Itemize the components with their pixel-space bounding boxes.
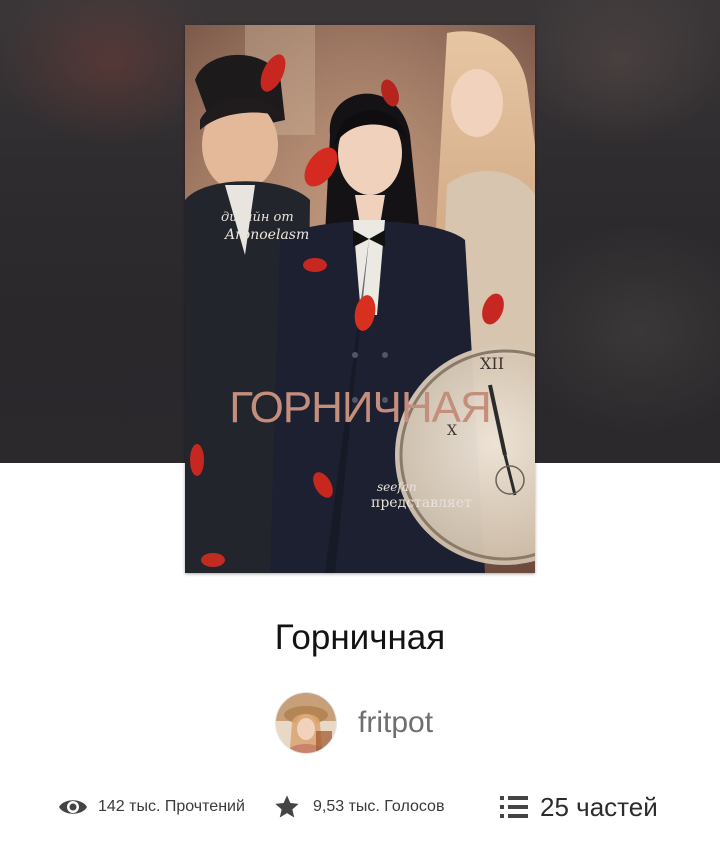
story-stats: 142 тыс. Прочтений 9,53 тыс. Голосов 25 … bbox=[0, 786, 720, 828]
author-avatar-photo bbox=[276, 693, 336, 753]
story-title: Горничная bbox=[274, 618, 446, 657]
story-cover-image[interactable]: XII X дизайн от Aronoelasm ГОРНИЧНАЯ see… bbox=[185, 25, 535, 573]
author-name[interactable]: fritpot bbox=[358, 705, 433, 741]
author-avatar[interactable] bbox=[276, 693, 336, 753]
cover-credit-line1: дизайн от bbox=[221, 210, 294, 225]
reads-stat: 142 тыс. Прочтений bbox=[58, 786, 245, 828]
svg-text:XII: XII bbox=[480, 354, 504, 373]
parts-count[interactable]: 25 частей bbox=[540, 792, 658, 823]
votes-stat: 9,53 тыс. Голосов bbox=[273, 786, 444, 828]
reads-count: 142 тыс. Прочтений bbox=[98, 798, 245, 815]
cover-credit-line2: Aronoelasm bbox=[223, 227, 309, 243]
cover-presents-line2: представляет bbox=[371, 495, 472, 511]
list-icon bbox=[500, 796, 528, 818]
author-link[interactable]: fritpot bbox=[276, 692, 433, 754]
cover-title: ГОРНИЧНАЯ bbox=[229, 383, 491, 432]
eye-icon bbox=[59, 800, 87, 814]
cover-presents-line1: seefan bbox=[377, 480, 417, 494]
star-icon bbox=[275, 795, 299, 818]
parts-stat[interactable]: 25 частей bbox=[500, 786, 658, 828]
votes-count: 9,53 тыс. Голосов bbox=[313, 798, 445, 815]
